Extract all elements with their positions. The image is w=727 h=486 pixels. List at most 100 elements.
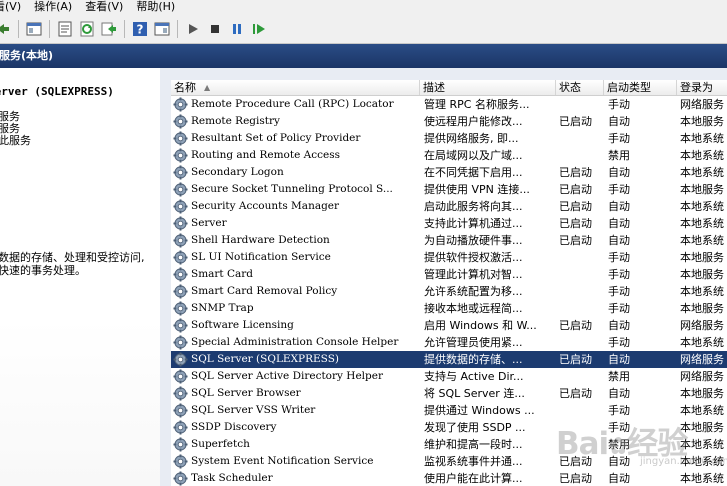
restart-service-link[interactable]: 此服务 xyxy=(0,135,31,147)
service-logon-cell: 网络服务 xyxy=(680,353,724,366)
sort-ascending-icon: ▲ xyxy=(204,83,211,92)
service-description-cell: 提供使用 VPN 连接... xyxy=(424,183,530,196)
start-service-icon[interactable] xyxy=(184,20,202,38)
service-gear-icon xyxy=(173,454,188,469)
table-row[interactable]: Secure Socket Tunneling Protocol S... 提供使… xyxy=(171,181,727,198)
table-row[interactable]: Routing and Remote Access 在局域网以及广域... 禁用 本地… xyxy=(171,147,727,164)
menu-help[interactable]: 帮助(H) xyxy=(136,0,188,14)
table-row[interactable]: SL UI Notification Service 提供软件授权激活... 手动 本… xyxy=(171,249,727,266)
service-startup-type-cell: 自动 xyxy=(608,217,630,230)
toolbar-separator xyxy=(18,19,19,38)
service-status-cell xyxy=(559,436,601,453)
service-status-cell xyxy=(559,96,601,113)
table-row[interactable]: Remote Procedure Call (RPC) Locator 管理 RP… xyxy=(171,96,727,113)
service-name: Special Administration Console Helper xyxy=(191,336,399,348)
table-row[interactable]: SNMP Trap 接收本地或远程简... 手动 本地服务 xyxy=(171,300,727,317)
stop-service-icon[interactable] xyxy=(206,20,224,38)
service-name: Secure Socket Tunneling Protocol S... xyxy=(191,183,393,195)
table-row[interactable]: Shell Hardware Detection 为自动播放硬件事... 已启动 自动… xyxy=(171,232,727,249)
menu-bar: 看(V) 操作(A) 查看(V) 帮助(H) xyxy=(0,0,727,14)
service-logon-cell: 本地系统 xyxy=(680,149,724,162)
service-name-cell: System Event Notification Service xyxy=(171,453,417,470)
back-arrow-icon[interactable] xyxy=(0,20,12,38)
service-name: Security Accounts Manager xyxy=(191,200,340,212)
service-name: SSDP Discovery xyxy=(191,421,277,433)
table-row[interactable]: SSDP Discovery 发现了使用 SSDP ... 手动 本地服务 xyxy=(171,419,727,436)
service-logon-cell: 本地服务 xyxy=(680,183,724,196)
service-status-cell: 已启动 xyxy=(559,353,592,366)
table-row[interactable]: System Event Notification Service 监视系统事件并… xyxy=(171,453,727,470)
service-status-cell: 已启动 xyxy=(559,200,592,213)
column-header-logon-as-label: 登录为 xyxy=(680,81,713,94)
service-status-cell xyxy=(559,419,601,436)
service-startup-type-cell: 自动 xyxy=(608,115,630,128)
service-status-cell xyxy=(559,266,601,283)
help-icon[interactable]: ? xyxy=(131,20,149,38)
column-header-startup-type[interactable]: 启动类型 xyxy=(604,80,677,95)
properties-icon[interactable] xyxy=(56,20,74,38)
pause-service-icon[interactable] xyxy=(228,20,246,38)
service-action-links: 服务 服务 此服务 xyxy=(0,111,31,147)
table-row[interactable]: Secondary Logon 在不同凭据下启用... 已启动 自动 本地系统 xyxy=(171,164,727,181)
export-icon[interactable] xyxy=(100,20,118,38)
service-status-cell: 已启动 xyxy=(559,319,592,332)
column-header-description[interactable]: 描述 xyxy=(420,80,556,95)
table-row[interactable]: SQL Server Browser 将 SQL Server 连... 已启动 自动… xyxy=(171,385,727,402)
table-row[interactable]: Remote Registry 使远程用户能修改... 已启动 自动 本地服务 xyxy=(171,113,727,130)
column-header-status[interactable]: 状态 xyxy=(556,80,604,95)
service-logon-cell: 本地系统 xyxy=(680,438,724,451)
service-name: Server xyxy=(191,217,227,229)
column-header-name[interactable]: 名称 ▲ xyxy=(171,80,420,95)
service-name-cell: Special Administration Console Helper xyxy=(171,334,417,351)
table-row[interactable]: SQL Server (SQLEXPRESS) 提供数据的存储、... 已启动 自动 网… xyxy=(171,351,727,368)
menu-action[interactable]: 操作(A) xyxy=(34,0,85,14)
console-tree-icon[interactable] xyxy=(25,20,43,38)
service-gear-icon xyxy=(173,250,188,265)
service-startup-type-cell: 禁用 xyxy=(608,149,630,162)
column-header-logon-as[interactable]: 登录为 xyxy=(677,80,727,95)
service-gear-icon xyxy=(173,403,188,418)
service-gear-icon xyxy=(173,114,188,129)
service-gear-icon xyxy=(173,97,188,112)
service-logon-cell: 本地系统 xyxy=(680,166,724,179)
service-gear-icon xyxy=(173,165,188,180)
menu-view-partial[interactable]: 看(V) xyxy=(0,0,34,14)
service-name: Smart Card xyxy=(191,268,254,280)
service-name-cell: Software Licensing xyxy=(171,317,417,334)
table-row[interactable]: Superfetch 维护和提高一段时... 禁用 本地系统 xyxy=(171,436,727,453)
service-gear-icon xyxy=(173,420,188,435)
service-startup-type-cell: 自动 xyxy=(608,472,630,485)
service-startup-type-cell: 手动 xyxy=(608,336,630,349)
pane-title-bar: 服务(本地) xyxy=(0,44,727,68)
table-row[interactable]: Task Scheduler 使用户能在此计算... 已启动 自动 本地系统 xyxy=(171,470,727,486)
service-status-cell xyxy=(559,334,601,351)
table-row[interactable]: Security Accounts Manager 启动此服务将向其... 已启动 自… xyxy=(171,198,727,215)
service-logon-cell: 本地系统 xyxy=(680,455,724,468)
service-name-cell: Shell Hardware Detection xyxy=(171,232,417,249)
service-description-cell: 使用户能在此计算... xyxy=(424,472,523,485)
service-description-cell: 允许系统配置为移... xyxy=(424,285,523,298)
restart-service-icon[interactable] xyxy=(250,20,268,38)
table-row[interactable]: SQL Server VSS Writer 提供通过 Windows ... 手动 本… xyxy=(171,402,727,419)
table-row[interactable]: Special Administration Console Helper 允许管… xyxy=(171,334,727,351)
service-name: Secondary Logon xyxy=(191,166,284,178)
description-pane: Server (SQLEXPRESS) 服务 服务 此服务 数据的存储、处理和受… xyxy=(0,68,160,486)
service-name-cell: Remote Registry xyxy=(171,113,417,130)
service-logon-cell: 本地系统 xyxy=(680,336,724,349)
table-row[interactable]: Smart Card 管理此计算机对智... 手动 本地服务 xyxy=(171,266,727,283)
service-status-cell: 已启动 xyxy=(559,166,592,179)
table-row[interactable]: Smart Card Removal Policy 允许系统配置为移... 手动 本地… xyxy=(171,283,727,300)
table-row[interactable]: Software Licensing 启用 Windows 和 W... 已启动 自动… xyxy=(171,317,727,334)
service-logon-cell: 本地系统 xyxy=(680,132,724,145)
menu-view[interactable]: 查看(V) xyxy=(85,0,136,14)
refresh-icon[interactable] xyxy=(78,20,96,38)
service-description-cell: 接收本地或远程简... xyxy=(424,302,523,315)
service-logon-cell: 本地服务 xyxy=(680,421,724,434)
service-startup-type-cell: 自动 xyxy=(608,353,630,366)
table-row[interactable]: Resultant Set of Policy Provider 提供网络服务, … xyxy=(171,130,727,147)
service-status-cell xyxy=(559,130,601,147)
show-hide-pane-icon[interactable] xyxy=(153,20,171,38)
table-row[interactable]: Server 支持此计算机通过... 已启动 自动 本地系统 xyxy=(171,215,727,232)
service-name-cell: Resultant Set of Policy Provider xyxy=(171,130,417,147)
table-row[interactable]: SQL Server Active Directory Helper 支持与 Ac… xyxy=(171,368,727,385)
